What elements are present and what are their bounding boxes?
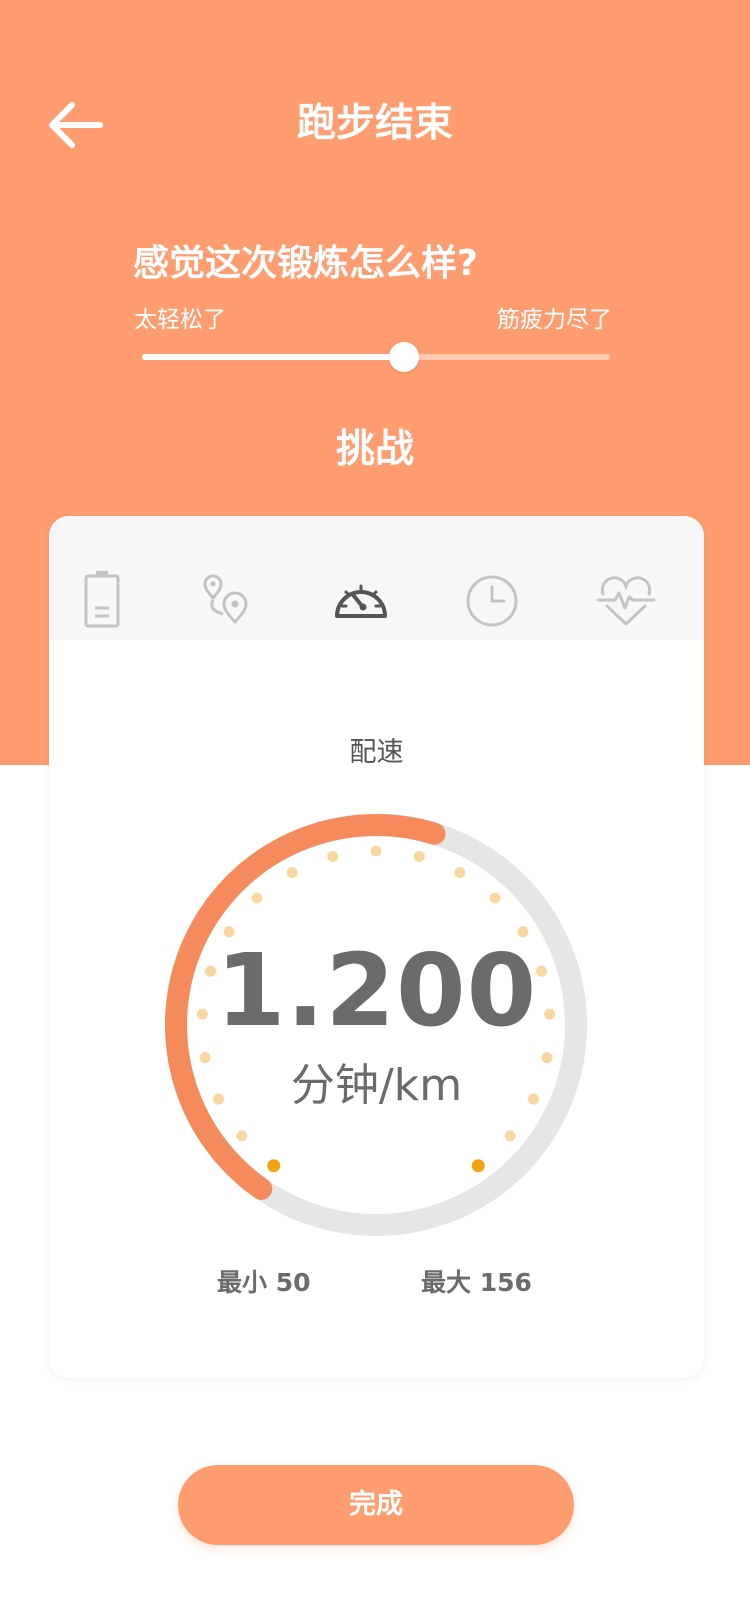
metric-label: 配速 bbox=[349, 737, 404, 768]
metric-max: 最大 156 bbox=[421, 1268, 532, 1297]
speedometer-icon bbox=[335, 584, 387, 618]
tab-pace[interactable] bbox=[328, 568, 394, 634]
metric-min: 最小 50 bbox=[217, 1268, 311, 1297]
gauge-dot bbox=[236, 1130, 248, 1142]
metric-tabs bbox=[49, 516, 704, 640]
gauge-dot bbox=[267, 1159, 281, 1173]
gauge-dot bbox=[489, 892, 501, 904]
gauge-dot bbox=[370, 845, 382, 857]
clock-icon bbox=[466, 575, 518, 627]
gauge-dot bbox=[454, 867, 466, 879]
gauge-dot bbox=[251, 892, 263, 904]
gauge-dot bbox=[327, 850, 339, 862]
location-pins-icon bbox=[203, 574, 248, 625]
feeling-max-label: 筋疲力尽了 bbox=[497, 307, 612, 333]
page-title: 跑步结束 bbox=[296, 101, 453, 146]
feeling-question: 感觉这次锻炼怎么样? bbox=[133, 243, 478, 284]
feeling-slider[interactable] bbox=[142, 340, 610, 374]
feeling-min-label: 太轻松了 bbox=[134, 307, 226, 333]
gauge-dot bbox=[471, 1159, 485, 1173]
battery-icon bbox=[84, 571, 120, 628]
tab-time[interactable] bbox=[459, 568, 525, 634]
tab-battery[interactable] bbox=[69, 568, 135, 634]
gauge-dot bbox=[504, 1130, 516, 1142]
slider-fill bbox=[142, 354, 405, 360]
tab-heart-rate[interactable] bbox=[593, 568, 659, 634]
metric-value: 1.200 bbox=[215, 932, 538, 1049]
done-button[interactable]: 完成 bbox=[178, 1465, 574, 1545]
metric-unit: 分钟/km bbox=[290, 1060, 463, 1111]
gauge-dot bbox=[286, 867, 298, 879]
slider-thumb[interactable] bbox=[389, 342, 420, 372]
metric-card: 配速 1.200 分钟/km 最小 50 最大 156 bbox=[49, 516, 704, 1378]
gauge-dot bbox=[413, 850, 425, 862]
tab-route[interactable] bbox=[195, 568, 261, 634]
heart-rate-icon bbox=[596, 576, 656, 626]
section-title: 挑战 bbox=[335, 427, 414, 472]
